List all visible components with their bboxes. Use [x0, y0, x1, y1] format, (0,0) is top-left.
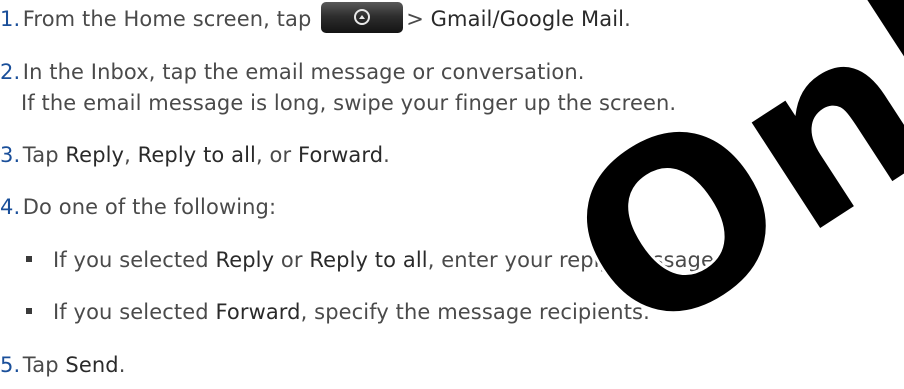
home-up-arrow-icon	[354, 9, 371, 25]
watermark-text: Only	[525, 0, 904, 389]
step-number: 1.	[0, 7, 21, 31]
home-button[interactable]	[321, 1, 404, 33]
reply-label: Reply	[65, 143, 125, 167]
instruction-page: 1. From the Home screen, tap > Gmail/Goo…	[0, 0, 904, 389]
step-text: If the email message is long, swipe your…	[21, 91, 677, 115]
forward-label: Forward	[298, 143, 384, 167]
reply-label: Reply	[215, 248, 275, 272]
bullet-text-end: , specify the message recipients.	[300, 300, 650, 324]
step-text: Tap	[22, 353, 59, 377]
step-number: 2.	[0, 60, 21, 84]
forward-label: Forward	[215, 300, 301, 324]
step-text: From the Home screen, tap	[22, 7, 312, 31]
arrow-separator: >	[406, 7, 424, 31]
step-4: 4. Do one of the following:	[0, 195, 276, 219]
step-2-continuation: If the email message is long, swipe your…	[21, 91, 676, 115]
step-number: 3.	[0, 143, 21, 167]
bullet-item-forward: If you selected Forward, specify the mes…	[26, 300, 650, 324]
step-text-end: .	[118, 353, 126, 377]
bullet-text: or	[280, 248, 303, 272]
separator: , or	[256, 143, 292, 167]
step-text: Do one of the following:	[22, 195, 277, 219]
step-text-end: .	[383, 143, 390, 167]
step-text-end: .	[624, 7, 631, 31]
step-number: 4.	[0, 195, 21, 219]
separator: ,	[124, 143, 131, 167]
send-label: Send	[65, 353, 119, 377]
reply-to-all-label: Reply to all	[137, 143, 256, 167]
step-2: 2. In the Inbox, tap the email message o…	[0, 60, 585, 84]
menu-path-label: Gmail/Google Mail	[430, 7, 625, 31]
bullet-text: If you selected	[53, 248, 209, 272]
reply-to-all-label: Reply to all	[309, 248, 428, 272]
step-1: 1. From the Home screen, tap > Gmail/Goo…	[0, 1, 631, 33]
bullet-icon	[26, 256, 32, 262]
bullet-text-end: , enter your reply message.	[427, 248, 721, 272]
bullet-item-reply: If you selected Reply or Reply to all, e…	[26, 248, 721, 272]
step-5: 5. Tap Send.	[0, 353, 126, 377]
step-number: 5.	[0, 353, 21, 377]
step-text: Tap	[22, 143, 59, 167]
bullet-text: If you selected	[53, 300, 209, 324]
step-text: In the Inbox, tap the email message or c…	[22, 60, 585, 84]
bullet-icon	[26, 308, 32, 314]
step-3: 3. Tap Reply, Reply to all, or Forward.	[0, 143, 390, 167]
